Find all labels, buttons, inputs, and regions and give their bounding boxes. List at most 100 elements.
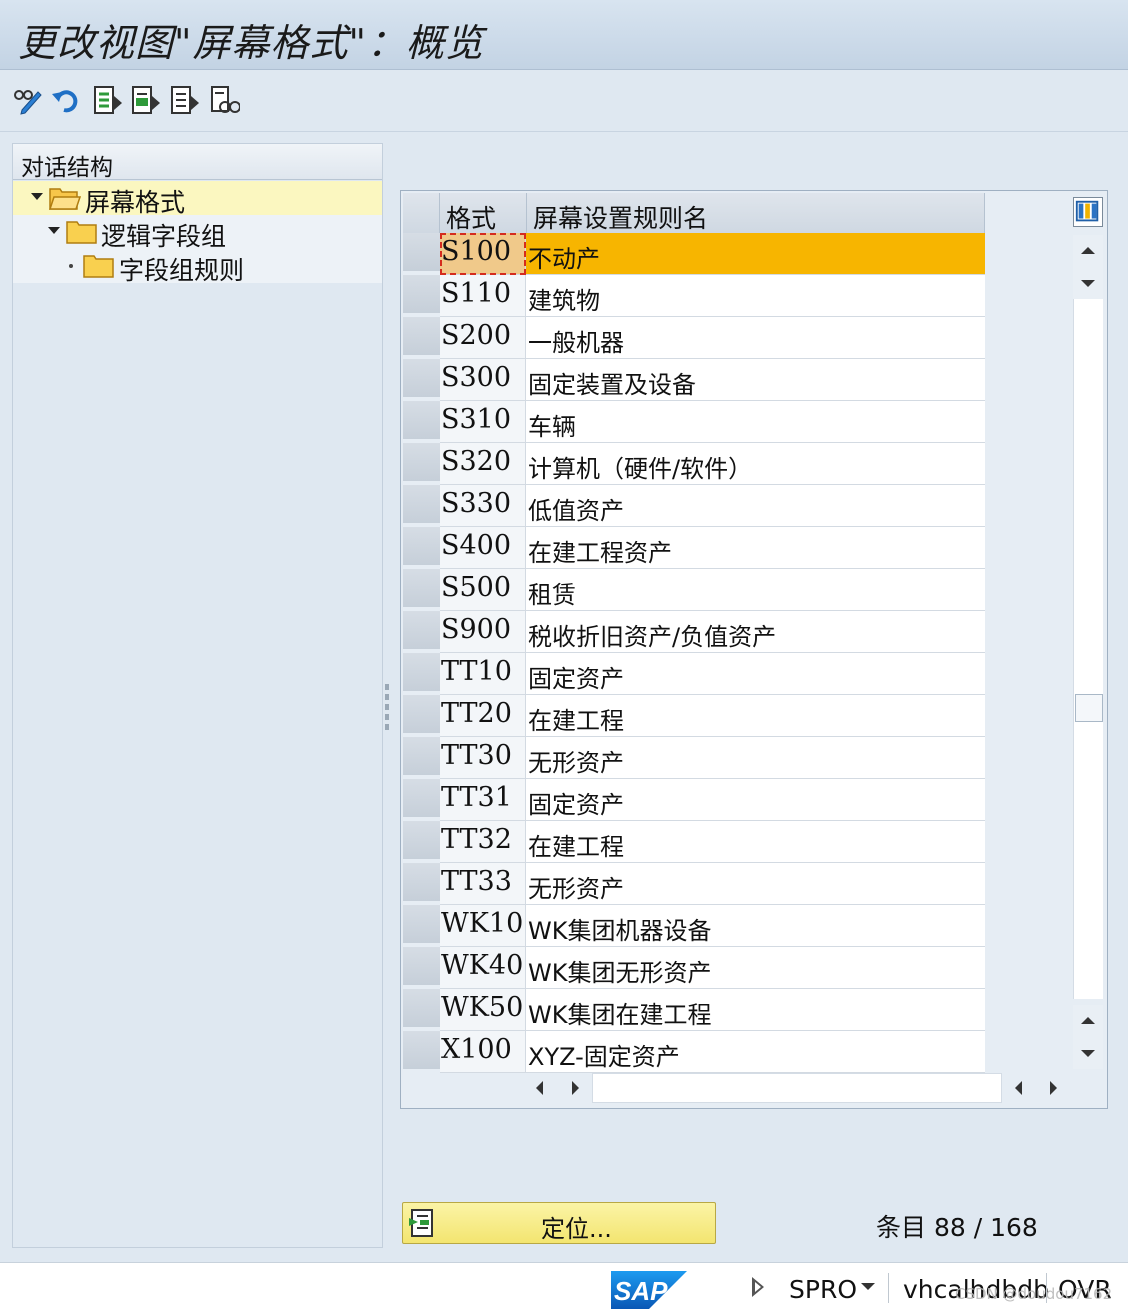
cell-layout-code[interactable]: TT33 xyxy=(440,863,526,904)
cell-layout-code[interactable]: TT30 xyxy=(440,737,526,778)
table-row[interactable]: S100 不动产 xyxy=(440,233,985,275)
horizontal-scroll-track[interactable] xyxy=(592,1073,1002,1103)
table-row[interactable]: S330 低值资产 xyxy=(440,485,985,527)
expand-triangle-icon[interactable] xyxy=(31,193,43,200)
cell-layout-code[interactable]: S300 xyxy=(440,359,526,400)
cell-layout-code[interactable]: S310 xyxy=(440,401,526,442)
cell-rule-name[interactable]: 低值资产 xyxy=(526,485,984,526)
row-selector[interactable] xyxy=(403,737,440,777)
display-change-icon[interactable] xyxy=(12,84,44,116)
cell-layout-code[interactable]: TT20 xyxy=(440,695,526,736)
table-row[interactable]: S110 建筑物 xyxy=(440,275,985,317)
scroll-left-icon[interactable] xyxy=(536,1081,543,1095)
scroll-thumb[interactable] xyxy=(1075,694,1103,722)
row-selector[interactable] xyxy=(403,359,440,399)
scroll-down-icon[interactable] xyxy=(1073,267,1103,299)
table-row[interactable]: WK50 WK集团在建工程 xyxy=(440,989,985,1031)
cell-rule-name[interactable]: WK集团机器设备 xyxy=(526,905,984,946)
panel-splitter[interactable] xyxy=(384,680,390,740)
cell-rule-name[interactable]: 税收折旧资产/负值资产 xyxy=(526,611,984,652)
undo-icon[interactable] xyxy=(50,84,82,116)
column-header-rule-name[interactable]: 屏幕设置规则名 xyxy=(527,193,985,233)
cell-rule-name[interactable]: 车辆 xyxy=(526,401,984,442)
select-all-rows-cell[interactable] xyxy=(403,193,440,233)
cell-layout-code[interactable]: X100 xyxy=(440,1031,526,1072)
table-row[interactable]: S200 一般机器 xyxy=(440,317,985,359)
cell-layout-code[interactable]: S400 xyxy=(440,527,526,568)
scroll-track[interactable] xyxy=(1073,299,1103,999)
cell-rule-name[interactable]: 在建工程 xyxy=(526,821,984,862)
row-selector[interactable] xyxy=(403,821,440,861)
table-row[interactable]: WK10 WK集团机器设备 xyxy=(440,905,985,947)
table-row[interactable]: TT30 无形资产 xyxy=(440,737,985,779)
expand-triangle-icon[interactable] xyxy=(48,227,60,234)
row-selector[interactable] xyxy=(403,779,440,819)
tree-item-screen-layout[interactable]: 屏幕格式 xyxy=(13,181,382,217)
page-up-button[interactable] xyxy=(1073,235,1103,267)
cell-rule-name[interactable]: 在建工程资产 xyxy=(526,527,984,568)
cell-layout-code[interactable]: S330 xyxy=(440,485,526,526)
cell-rule-name[interactable]: 计算机（硬件/软件） xyxy=(526,443,984,484)
cell-rule-name[interactable]: 在建工程 xyxy=(526,695,984,736)
vertical-scrollbar[interactable] xyxy=(1073,235,1103,1070)
row-selector[interactable] xyxy=(403,863,440,903)
cell-rule-name[interactable]: 固定资产 xyxy=(526,779,984,820)
cell-rule-name[interactable]: 不动产 xyxy=(526,233,984,274)
cell-layout-code[interactable]: WK40 xyxy=(440,947,526,988)
position-button[interactable]: 定位... xyxy=(402,1202,716,1244)
cell-rule-name[interactable]: WK集团在建工程 xyxy=(526,989,984,1030)
row-selector[interactable] xyxy=(403,275,440,315)
scroll-right-icon[interactable] xyxy=(572,1081,579,1095)
horizontal-scrollbar[interactable] xyxy=(526,1071,1070,1105)
table-row[interactable]: S500 租赁 xyxy=(440,569,985,611)
cell-layout-code[interactable]: WK50 xyxy=(440,989,526,1030)
column-header-layout[interactable]: 格式 xyxy=(440,193,527,233)
cell-layout-code[interactable]: WK10 xyxy=(440,905,526,946)
cell-rule-name[interactable]: 固定装置及设备 xyxy=(526,359,984,400)
cell-layout-code[interactable]: S900 xyxy=(440,611,526,652)
select-all-icon[interactable] xyxy=(92,84,124,116)
page-down-button[interactable] xyxy=(1073,1037,1103,1069)
table-row[interactable]: TT31 固定资产 xyxy=(440,779,985,821)
table-row[interactable]: X100 XYZ-固定资产 xyxy=(440,1031,985,1073)
cell-rule-name[interactable]: 租赁 xyxy=(526,569,984,610)
row-selector[interactable] xyxy=(403,443,440,483)
cell-layout-code[interactable]: TT10 xyxy=(440,653,526,694)
row-selector[interactable] xyxy=(403,401,440,441)
table-row[interactable]: S900 税收折旧资产/负值资产 xyxy=(440,611,985,653)
row-selector[interactable] xyxy=(403,1031,440,1071)
cell-rule-name[interactable]: 固定资产 xyxy=(526,653,984,694)
select-block-icon[interactable] xyxy=(130,84,162,116)
table-row[interactable]: TT20 在建工程 xyxy=(440,695,985,737)
cell-layout-code[interactable]: TT32 xyxy=(440,821,526,862)
scroll-right-icon[interactable] xyxy=(1050,1081,1057,1095)
cell-layout-code[interactable]: S100 xyxy=(440,233,526,274)
chevron-down-icon[interactable] xyxy=(861,1283,875,1290)
row-selector[interactable] xyxy=(403,695,440,735)
table-row[interactable]: TT32 在建工程 xyxy=(440,821,985,863)
cell-layout-code[interactable]: TT31 xyxy=(440,779,526,820)
row-selector[interactable] xyxy=(403,905,440,945)
cell-rule-name[interactable]: 无形资产 xyxy=(526,737,984,778)
cell-rule-name[interactable]: XYZ-固定资产 xyxy=(526,1031,984,1072)
table-row[interactable]: S300 固定装置及设备 xyxy=(440,359,985,401)
table-settings-icon[interactable] xyxy=(1073,197,1103,227)
row-selector[interactable] xyxy=(403,233,440,273)
scroll-left-icon[interactable] xyxy=(1015,1081,1022,1095)
row-selector[interactable] xyxy=(403,317,440,357)
row-selector[interactable] xyxy=(403,611,440,651)
scroll-up-icon[interactable] xyxy=(1073,1005,1103,1037)
cell-rule-name[interactable]: WK集团无形资产 xyxy=(526,947,984,988)
row-selector[interactable] xyxy=(403,989,440,1029)
table-row[interactable]: S320 计算机（硬件/软件） xyxy=(440,443,985,485)
row-selector[interactable] xyxy=(403,527,440,567)
cell-layout-code[interactable]: S500 xyxy=(440,569,526,610)
table-row[interactable]: S310 车辆 xyxy=(440,401,985,443)
row-selector[interactable] xyxy=(403,947,440,987)
cell-rule-name[interactable]: 一般机器 xyxy=(526,317,984,358)
row-selector[interactable] xyxy=(403,485,440,525)
cell-layout-code[interactable]: S200 xyxy=(440,317,526,358)
cell-rule-name[interactable]: 无形资产 xyxy=(526,863,984,904)
row-selector[interactable] xyxy=(403,653,440,693)
cell-rule-name[interactable]: 建筑物 xyxy=(526,275,984,316)
